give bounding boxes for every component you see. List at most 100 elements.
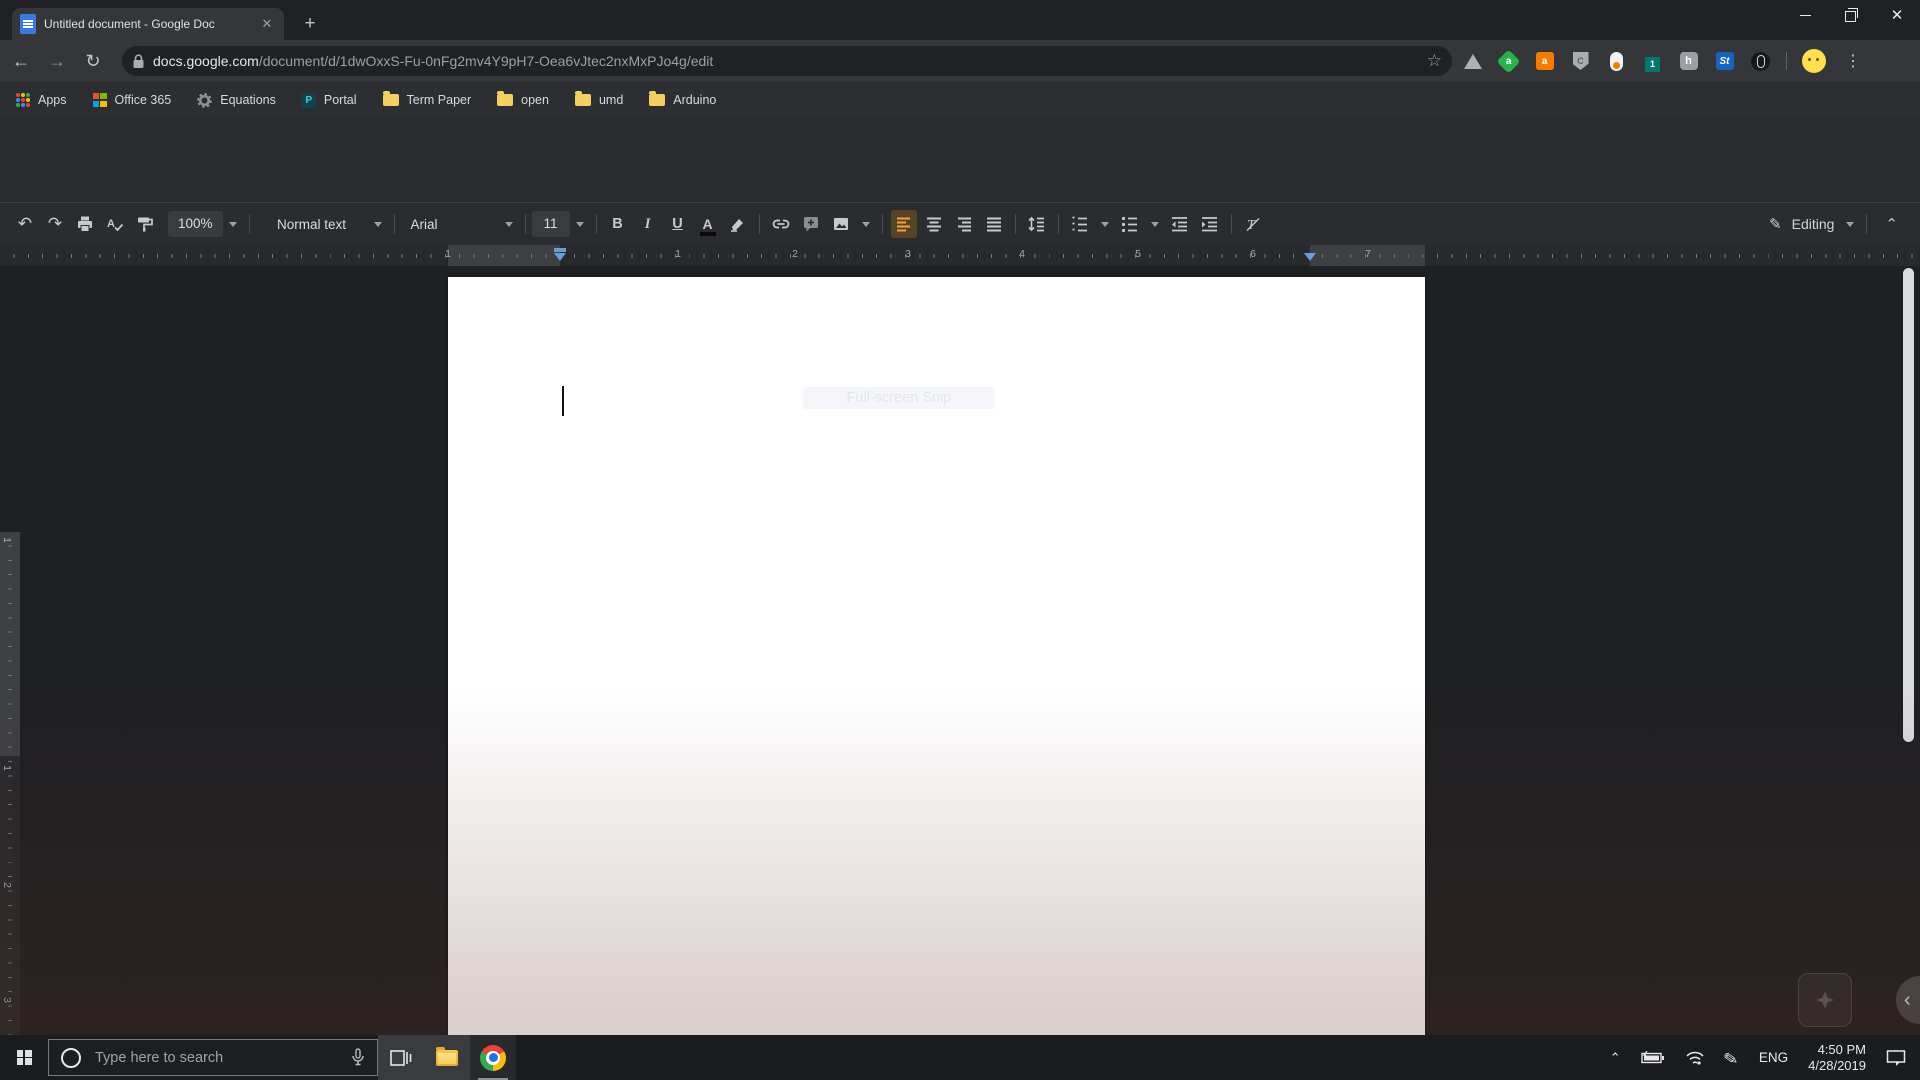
omnibox[interactable]: docs.google.com/document/d/1dwOxxS-Fu-0n… [122, 46, 1452, 76]
insert-image-button[interactable] [828, 210, 854, 238]
bulleted-list-button[interactable] [1117, 210, 1143, 238]
reload-button[interactable]: ↻ [78, 46, 108, 76]
underline-button[interactable]: U [665, 210, 691, 238]
file-explorer-button[interactable] [424, 1035, 470, 1080]
explore-button[interactable] [1798, 973, 1852, 1027]
font-size-select[interactable]: 11 [532, 211, 570, 237]
vertical-scrollbar-thumb[interactable] [1903, 268, 1914, 742]
start-button[interactable] [0, 1035, 48, 1080]
font-select[interactable]: Arial [403, 210, 497, 238]
side-panel-chevron-button[interactable]: ‹ [1896, 976, 1920, 1024]
new-tab-button[interactable]: + [296, 10, 324, 38]
redo-button[interactable]: ↷ [42, 210, 68, 238]
drive-extension-icon[interactable] [1462, 51, 1483, 72]
apps-grid-icon [16, 93, 30, 107]
language-indicator[interactable]: ENG [1759, 1050, 1788, 1065]
battery-icon[interactable] [1641, 1051, 1665, 1065]
forward-button[interactable]: → [42, 46, 72, 76]
url-text: docs.google.com/document/d/1dwOxxS-Fu-0n… [153, 53, 1419, 69]
print-button[interactable] [72, 210, 98, 238]
justify-button[interactable] [981, 210, 1007, 238]
browser-tab-active[interactable]: Untitled document - Google Doc ✕ [12, 8, 284, 40]
restore-icon [1845, 11, 1856, 22]
decrease-indent-button[interactable] [1167, 210, 1193, 238]
align-right-button[interactable] [951, 210, 977, 238]
bookmark-star-icon[interactable]: ☆ [1427, 51, 1442, 71]
bookmark-umd[interactable]: umd [575, 93, 623, 107]
italic-icon: I [645, 216, 651, 233]
teal-badge-extension-icon[interactable]: 1 [1642, 51, 1663, 72]
shield-extension-icon[interactable]: C [1570, 51, 1591, 72]
bookmark-arduino[interactable]: Arduino [649, 93, 716, 107]
tray-expand-icon[interactable]: ⌃ [1610, 1050, 1621, 1066]
mouse-extension-icon[interactable] [1750, 51, 1771, 72]
search-input[interactable] [93, 1049, 339, 1067]
bookmark-portal[interactable]: P Portal [302, 93, 357, 108]
bold-button[interactable]: B [605, 210, 631, 238]
orange-extension-icon[interactable]: a [1534, 51, 1555, 72]
line-spacing-button[interactable] [1024, 210, 1050, 238]
editing-mode-caret-icon[interactable] [1846, 222, 1854, 227]
editing-mode-label[interactable]: Editing [1792, 216, 1835, 232]
font-caret-icon[interactable] [505, 222, 513, 227]
bookmark-term-paper[interactable]: Term Paper [383, 93, 472, 107]
zoom-select[interactable]: 100% [168, 211, 223, 237]
text-color-button[interactable]: A [695, 210, 721, 238]
antivirus-extension-icon[interactable]: a [1498, 51, 1519, 72]
align-center-button[interactable] [921, 210, 947, 238]
browser-menu-icon[interactable]: ⋮ [1845, 51, 1861, 71]
window-close-button[interactable]: ✕ [1874, 0, 1920, 30]
add-comment-button[interactable] [798, 210, 824, 238]
back-button[interactable]: ← [6, 46, 36, 76]
font-size-caret-icon[interactable] [576, 222, 584, 227]
window-restore-button[interactable] [1828, 0, 1874, 30]
align-right-icon [955, 215, 973, 233]
first-line-indent-marker[interactable] [554, 248, 566, 252]
align-left-button[interactable] [891, 210, 917, 238]
italic-button[interactable]: I [635, 210, 661, 238]
system-tray: ⌃ ✎ ENG 4:50 PM 4/28/2019 [1610, 1035, 1920, 1080]
ruler-number: 1 [675, 248, 681, 260]
bulleted-list-caret-icon[interactable] [1151, 222, 1159, 227]
spellcheck-button[interactable]: A [102, 210, 128, 238]
editing-mode-icon: ✎ [1769, 215, 1782, 233]
browser-profile-avatar[interactable] [1802, 49, 1826, 73]
window-minimize-button[interactable] [1782, 0, 1828, 30]
numbered-list-button[interactable] [1067, 210, 1093, 238]
paint-format-button[interactable] [132, 210, 158, 238]
action-center-icon[interactable] [1886, 1049, 1906, 1067]
st-extension-icon[interactable]: St [1714, 51, 1735, 72]
wifi-icon[interactable] [1685, 1050, 1705, 1066]
image-caret-icon[interactable] [862, 222, 870, 227]
document-page[interactable]: Full-screen Snip [448, 277, 1425, 1035]
tab-close-icon[interactable]: ✕ [258, 15, 276, 33]
collapse-toolbar-icon[interactable]: ⌃ [1885, 215, 1898, 233]
text-color-icon: A [702, 216, 712, 232]
bookmark-apps[interactable]: Apps [16, 93, 67, 107]
zoom-caret-icon[interactable] [229, 222, 237, 227]
highlight-button[interactable] [725, 210, 751, 238]
chrome-taskbar-button[interactable] [470, 1035, 516, 1080]
clear-formatting-button[interactable]: T [1240, 210, 1266, 238]
undo-button[interactable]: ↶ [12, 210, 38, 238]
oval-extension-icon[interactable] [1606, 51, 1627, 72]
right-indent-marker[interactable] [1304, 253, 1316, 261]
styles-select[interactable]: Normal text [258, 210, 366, 238]
windows-ink-icon[interactable]: ✎ [1721, 1049, 1743, 1067]
increase-indent-button[interactable] [1197, 210, 1223, 238]
left-indent-marker[interactable] [554, 253, 566, 261]
explore-icon [1814, 989, 1836, 1011]
bookmark-open[interactable]: open [497, 93, 549, 107]
url-domain: docs.google.com [153, 53, 259, 69]
taskbar-search[interactable] [48, 1039, 378, 1076]
task-view-button[interactable] [378, 1035, 424, 1080]
styles-caret-icon[interactable] [374, 222, 382, 227]
minimize-icon [1800, 15, 1811, 16]
microphone-icon[interactable] [351, 1048, 365, 1067]
bookmark-office365[interactable]: Office 365 [93, 93, 172, 107]
clock[interactable]: 4:50 PM 4/28/2019 [1808, 1042, 1866, 1074]
numbered-list-caret-icon[interactable] [1101, 222, 1109, 227]
insert-link-button[interactable] [768, 210, 794, 238]
bookmark-equations[interactable]: Equations [197, 93, 276, 108]
h-extension-icon[interactable]: h [1678, 51, 1699, 72]
